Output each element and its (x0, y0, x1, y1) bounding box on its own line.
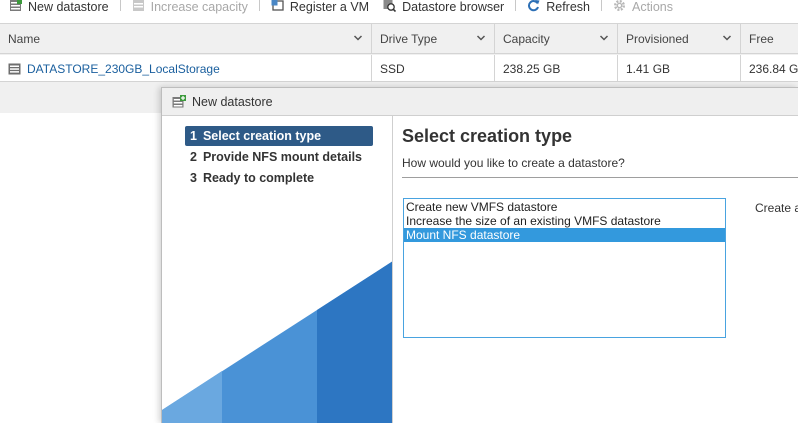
step-number: 3 (190, 171, 197, 185)
chevron-down-icon[interactable] (476, 33, 486, 43)
wizard-content: Select creation type How would you like … (393, 116, 798, 423)
chevron-down-icon[interactable] (722, 33, 732, 43)
toolbar-separator (515, 0, 517, 11)
column-label: Free (749, 32, 774, 46)
dialog-title: New datastore (192, 94, 273, 109)
column-label: Capacity (503, 32, 550, 46)
refresh-button[interactable]: Refresh (527, 0, 590, 14)
option-mount-nfs[interactable]: Mount NFS datastore (404, 228, 725, 242)
increase-capacity-icon (132, 0, 145, 12)
free-cell: 236.84 GB (749, 61, 798, 76)
provisioned-cell: 1.41 GB (618, 55, 741, 82)
datastore-name-cell[interactable]: DATASTORE_230GB_LocalStorage (0, 55, 372, 82)
step-number: 2 (190, 150, 197, 164)
register-vm-button[interactable]: Register a VM (271, 0, 369, 14)
register-vm-label: Register a VM (289, 0, 370, 14)
page-question: How would you like to create a datastore… (402, 156, 625, 170)
divider (402, 177, 798, 178)
page-title: Select creation type (402, 126, 573, 146)
step-label: Select creation type (202, 129, 322, 143)
refresh-label: Refresh (546, 0, 590, 14)
column-header-provisioned[interactable]: Provisioned (618, 24, 741, 54)
step-number: 1 (190, 129, 197, 143)
column-header-capacity[interactable]: Capacity (495, 24, 618, 54)
toolbar-separator (601, 0, 602, 11)
gear-icon (613, 0, 626, 12)
capacity-cell: 238.25 GB (495, 55, 618, 82)
new-datastore-dialog: New datastore 1 Select creation type 2 P… (161, 87, 798, 423)
datastore-browser-button[interactable]: Datastore browser (383, 0, 504, 14)
datastore-browser-icon (383, 0, 397, 12)
new-datastore-icon (172, 95, 186, 108)
option-increase-vmfs[interactable]: Increase the size of an existing VMFS da… (404, 214, 725, 228)
toolbar-separator (119, 0, 121, 11)
increase-capacity-label: Increase capacity (150, 0, 248, 14)
column-header-drive-type[interactable]: Drive Type (372, 24, 495, 54)
column-header-free[interactable]: Free (741, 24, 798, 54)
toolbar: New datastore Increase capacity Register… (0, 0, 798, 14)
toolbar-separator (258, 0, 260, 11)
actions-button[interactable]: Actions (613, 0, 673, 14)
grid-header: Name Drive Type Capacity Provisioned Fre… (0, 24, 798, 54)
drive-type-cell: SSD (372, 55, 495, 82)
register-vm-icon (271, 0, 284, 12)
column-label: Drive Type (380, 32, 438, 46)
column-label: Provisioned (626, 32, 689, 46)
option-description: Create a (755, 201, 798, 215)
wizard-step-3[interactable]: 3 Ready to complete (185, 168, 373, 188)
wizard-step-2[interactable]: 2 Provide NFS mount details (185, 147, 373, 167)
datastore-icon (8, 63, 21, 74)
wizard-steps-panel: 1 Select creation type 2 Provide NFS mou… (162, 116, 393, 423)
actions-label: Actions (632, 0, 673, 14)
datastore-icon (9, 0, 22, 12)
new-datastore-button[interactable]: New datastore (9, 0, 109, 14)
chevron-down-icon[interactable] (599, 33, 609, 43)
chevron-down-icon[interactable] (353, 33, 363, 43)
column-label: Name (8, 32, 41, 46)
option-create-vmfs[interactable]: Create new VMFS datastore (404, 200, 725, 214)
creation-type-listbox[interactable]: Create new VMFS datastore Increase the s… (403, 198, 726, 338)
wizard-step-1[interactable]: 1 Select creation type (185, 126, 373, 146)
column-header-name[interactable]: Name (0, 24, 372, 54)
datastore-name[interactable]: DATASTORE_230GB_LocalStorage (27, 62, 220, 76)
new-datastore-label: New datastore (28, 0, 109, 14)
table-row[interactable]: DATASTORE_230GB_LocalStorage SSD 238.25 … (0, 55, 798, 82)
increase-capacity-button[interactable]: Increase capacity (132, 0, 248, 14)
dialog-title-bar[interactable]: New datastore (162, 88, 798, 116)
datastore-browser-label: Datastore browser (402, 0, 505, 14)
step-label: Ready to complete (202, 171, 315, 185)
step-label: Provide NFS mount details (202, 150, 363, 164)
refresh-icon (527, 0, 540, 12)
